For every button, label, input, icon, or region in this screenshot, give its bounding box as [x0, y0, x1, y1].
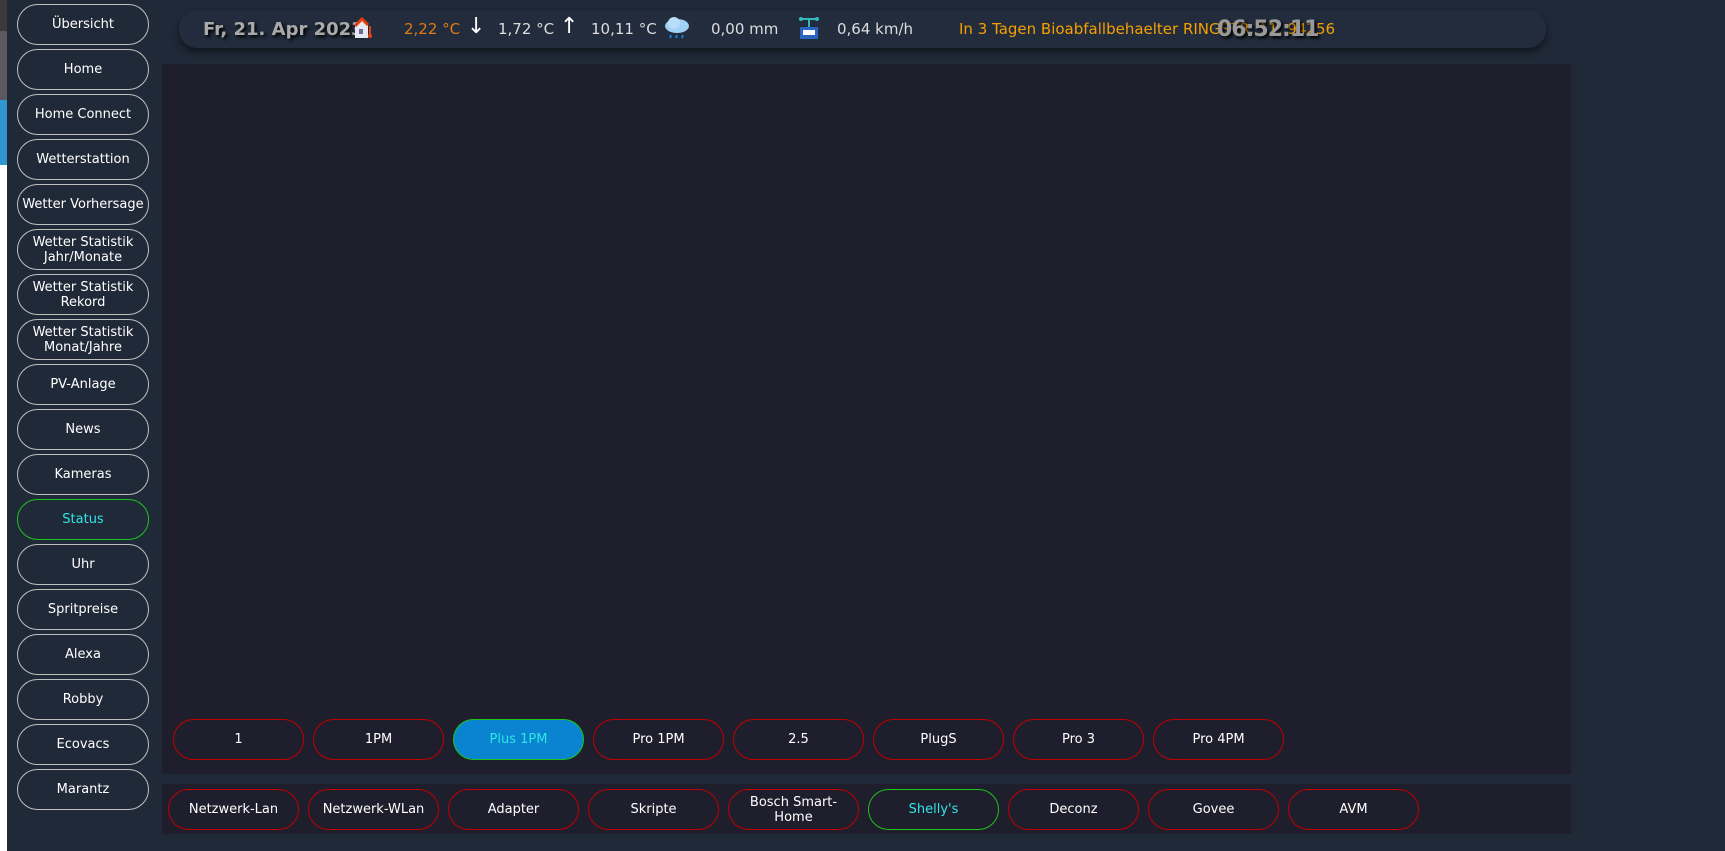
nav-home[interactable]: Home: [17, 49, 149, 90]
nav-wetter-vorhersage[interactable]: Wetter Vorhersage: [17, 184, 149, 225]
status-tab-bosch-smart-home[interactable]: Bosch Smart-Home: [728, 789, 859, 830]
nav-ecovacs[interactable]: Ecovacs: [17, 724, 149, 765]
shelly-tab-pro-3[interactable]: Pro 3: [1013, 719, 1144, 760]
nav-news[interactable]: News: [17, 409, 149, 450]
wind-gauge-icon: [798, 15, 820, 45]
nav-marantz[interactable]: Marantz: [17, 769, 149, 810]
nav-wetterstation[interactable]: Wetterstattion: [17, 139, 149, 180]
house-thermometer-icon: [353, 16, 374, 43]
shelly-tab-plugs[interactable]: PlugS: [873, 719, 1004, 760]
info-header: Fr, 21. Apr 2023 2,22 °C ↓ 1,72 °C ↑ 10,…: [179, 10, 1546, 48]
status-tab-netzwerk-lan[interactable]: Netzwerk-Lan: [168, 789, 299, 830]
shelly-tab-1[interactable]: 1: [173, 719, 304, 760]
wind-speed: 0,64 km/h: [837, 20, 914, 38]
nav-status[interactable]: Status: [17, 499, 149, 540]
temp-min: 1,72 °C: [498, 20, 555, 38]
shelly-tab-pro-1pm[interactable]: Pro 1PM: [593, 719, 724, 760]
rain-amount: 0,00 mm: [711, 20, 779, 38]
sidebar-nav: Übersicht Home Home Connect Wetterstatti…: [17, 4, 149, 814]
status-tab-adapter[interactable]: Adapter: [448, 789, 579, 830]
arrow-down-icon: ↓: [467, 14, 486, 39]
temp-current: 2,22 °C: [404, 20, 461, 38]
status-tab-govee[interactable]: Govee: [1148, 789, 1279, 830]
shelly-tab-2-5[interactable]: 2.5: [733, 719, 864, 760]
status-tab-avm[interactable]: AVM: [1288, 789, 1419, 830]
rain-cloud-icon: [663, 16, 691, 44]
nav-alexa[interactable]: Alexa: [17, 634, 149, 675]
arrow-up-icon: ↑: [560, 14, 579, 39]
nav-wetter-statistik-rekord[interactable]: Wetter Statistik Rekord: [17, 274, 149, 315]
nav-uhr[interactable]: Uhr: [17, 544, 149, 585]
nav-pv-anlage[interactable]: PV-Anlage: [17, 364, 149, 405]
status-tab-deconz[interactable]: Deconz: [1008, 789, 1139, 830]
browser-edge: [0, 0, 7, 851]
date: Fr, 21. Apr 2023: [203, 18, 364, 40]
nav-kameras[interactable]: Kameras: [17, 454, 149, 495]
status-tab-shellys[interactable]: Shelly's: [868, 789, 999, 830]
nav-uebersicht[interactable]: Übersicht: [17, 4, 149, 45]
nav-robby[interactable]: Robby: [17, 679, 149, 720]
clock: 06:52:11: [1217, 16, 1319, 42]
shelly-tab-plus-1pm[interactable]: Plus 1PM: [453, 719, 584, 760]
nav-wetter-statistik-jahr[interactable]: Wetter Statistik Jahr/Monate: [17, 229, 149, 270]
shelly-tab-1pm[interactable]: 1PM: [313, 719, 444, 760]
nav-home-connect[interactable]: Home Connect: [17, 94, 149, 135]
nav-wetter-statistik-monat[interactable]: Wetter Statistik Monat/Jahre: [17, 319, 149, 360]
temp-max: 10,11 °C: [591, 20, 657, 38]
status-tabs-panel: Netzwerk-Lan Netzwerk-WLan Adapter Skrip…: [162, 784, 1571, 834]
nav-spritpreise[interactable]: Spritpreise: [17, 589, 149, 630]
status-tab-skripte[interactable]: Skripte: [588, 789, 719, 830]
status-tab-netzwerk-wlan[interactable]: Netzwerk-WLan: [308, 789, 439, 830]
shelly-tab-pro-4pm[interactable]: Pro 4PM: [1153, 719, 1284, 760]
content-panel: 1 1PM Plus 1PM Pro 1PM 2.5 PlugS Pro 3 P…: [162, 64, 1571, 774]
